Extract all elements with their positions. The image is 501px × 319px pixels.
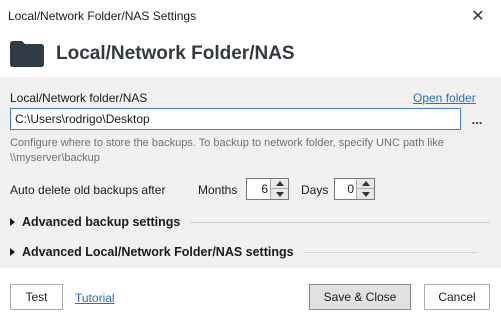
advanced-backup-title: Advanced backup settings [22,215,181,229]
expand-arrow-icon [10,248,15,256]
browse-icon: ... [471,112,483,127]
test-button[interactable]: Test [10,284,63,310]
dialog-header: Local/Network Folder/NAS [0,31,501,77]
months-up-button[interactable] [271,179,288,189]
advanced-nas-section[interactable]: Advanced Local/Network Folder/NAS settin… [10,243,490,261]
days-down-button[interactable] [357,189,374,199]
arrow-up-icon [275,181,284,186]
months-down-button[interactable] [271,189,288,199]
advanced-backup-section[interactable]: Advanced backup settings [10,213,490,231]
folder-hint: Configure where to store the backups. To… [10,137,444,164]
arrow-down-icon [275,191,284,197]
title-bar: Local/Network Folder/NAS Settings ✕ [0,0,501,31]
months-stepper[interactable]: 6 [246,178,289,200]
months-label: Months [198,183,238,197]
open-folder-link[interactable]: Open folder [413,91,476,105]
folder-path-input[interactable] [10,108,461,130]
days-value: 0 [347,182,354,196]
cancel-button[interactable]: Cancel [424,284,490,310]
dialog-footer: Test Tutorial Save & Close Cancel [0,268,501,319]
days-stepper[interactable]: 0 [334,178,375,200]
close-icon[interactable]: ✕ [455,0,501,31]
folder-icon [10,41,44,67]
settings-panel [0,77,501,268]
auto-delete-label: Auto delete old backups after [10,183,166,197]
section-divider [190,221,490,223]
days-up-button[interactable] [357,179,374,189]
save-close-button[interactable]: Save & Close [309,284,411,310]
arrow-down-icon [361,191,370,197]
page-title: Local/Network Folder/NAS [56,43,295,64]
folder-label: Local/Network folder/NAS [10,91,148,105]
days-label: Days [301,183,329,197]
advanced-nas-title: Advanced Local/Network Folder/NAS settin… [22,245,294,259]
expand-arrow-icon [10,218,15,226]
arrow-up-icon [361,181,370,186]
tutorial-link[interactable]: Tutorial [75,291,115,305]
window-title: Local/Network Folder/NAS Settings [8,9,197,23]
section-divider [303,251,477,253]
months-value: 6 [261,182,268,196]
browse-button[interactable]: ... [466,108,488,130]
